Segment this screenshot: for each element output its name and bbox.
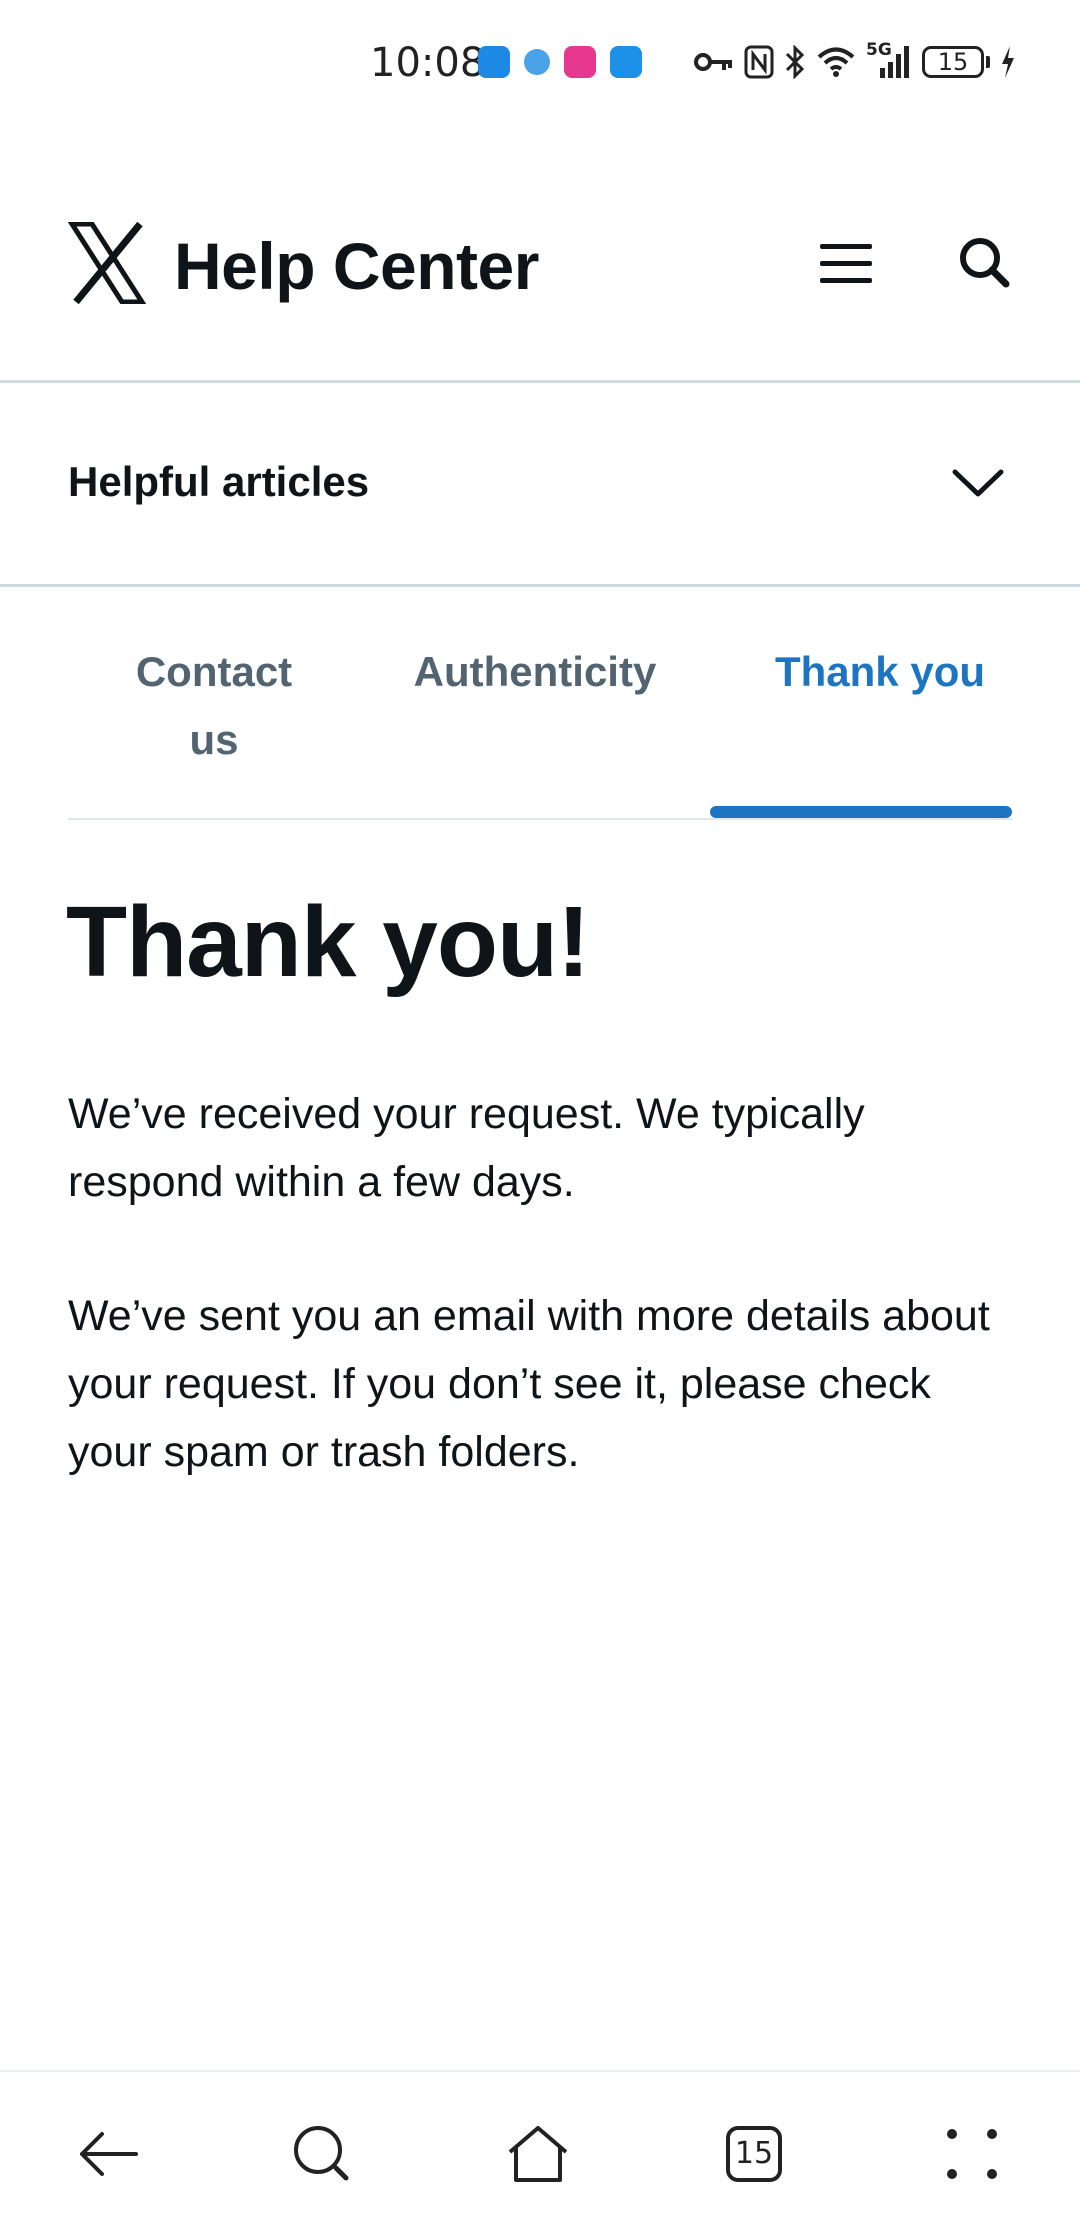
- notification-icons: [478, 46, 642, 78]
- vpn-key-icon: [694, 53, 732, 71]
- home-button[interactable]: [502, 2118, 574, 2190]
- search-icon: [960, 238, 1010, 288]
- battery-level: 15: [922, 46, 984, 78]
- status-time: 10:08: [370, 40, 486, 86]
- search-button[interactable]: [956, 234, 1012, 290]
- home-icon: [508, 2126, 568, 2182]
- tabs-button[interactable]: 15: [718, 2118, 790, 2190]
- active-tab-indicator: [710, 806, 1012, 818]
- browser-bottom-nav: 15: [0, 2070, 1080, 2228]
- charging-bolt-icon: [1002, 46, 1014, 78]
- help-center-title[interactable]: Help Center: [174, 228, 539, 304]
- tab-contact-us[interactable]: Contact us: [114, 638, 314, 774]
- more-icon: [947, 2129, 997, 2179]
- status-bar: 10:08 5G 15: [0, 0, 1080, 128]
- article-tabs: Contact us Authenticity Thank you: [68, 586, 1012, 822]
- back-arrow-icon: [80, 2132, 138, 2176]
- back-button[interactable]: [72, 2118, 144, 2190]
- more-button[interactable]: [936, 2118, 1008, 2190]
- helpful-articles-toggle[interactable]: Helpful articles: [0, 384, 1080, 584]
- tab-authenticity[interactable]: Authenticity: [390, 638, 680, 706]
- globe-app-icon: [610, 46, 642, 78]
- helpful-articles-label: Helpful articles: [68, 458, 370, 505]
- header-divider: [0, 380, 1080, 383]
- bluetooth-icon: [785, 45, 805, 79]
- help-center-header: Help Center: [0, 200, 1080, 330]
- tab-contact-us-label-line1: Contact: [135, 648, 293, 695]
- menu-button[interactable]: [818, 236, 874, 292]
- nav-search-button[interactable]: [286, 2118, 358, 2190]
- browser-app-icon: [524, 49, 550, 75]
- hamburger-menu-icon: [820, 244, 872, 283]
- confirmation-paragraph: We’ve received your request. We typicall…: [68, 1090, 865, 1206]
- nfc-icon: [744, 45, 774, 79]
- message-app-icon: [478, 46, 510, 78]
- page-title: Thank you!: [66, 886, 590, 998]
- x-logo-icon[interactable]: [68, 222, 146, 304]
- battery-indicator: 15: [922, 46, 990, 78]
- search-icon: [294, 2126, 349, 2181]
- system-icons: 5G 15: [694, 40, 1016, 84]
- tab-count: 15: [726, 2126, 782, 2182]
- tab-thank-you[interactable]: Thank you: [740, 638, 1020, 706]
- email-notice-paragraph: We’ve sent you an email with more detail…: [68, 1292, 990, 1476]
- chevron-down-icon[interactable]: [950, 456, 1006, 512]
- wifi-icon: [817, 47, 855, 77]
- cellular-signal-icon: 5G: [866, 40, 912, 80]
- shopping-app-icon: [564, 46, 596, 78]
- tab-contact-us-label-line2: us: [189, 716, 239, 763]
- tabs-underline: [68, 818, 1012, 820]
